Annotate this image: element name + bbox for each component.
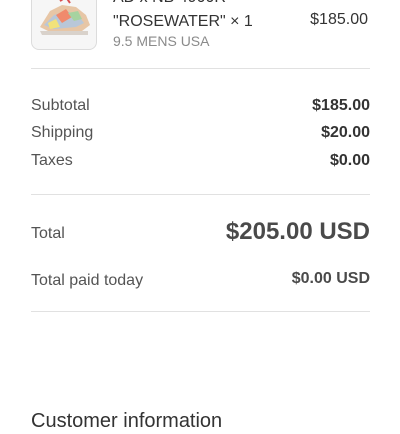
product-name-line-1: AD x NB 4900R [113, 0, 293, 10]
shipping-label: Shipping [31, 124, 94, 141]
paid-today-value: $0.00 USD [291, 270, 370, 287]
order-item: AD x NB 4900R "ROSEWATER" × 1 9.5 MENS U… [0, 0, 400, 60]
customer-information-heading: Customer information [31, 410, 223, 432]
divider [31, 311, 370, 312]
total-label: Total [31, 225, 65, 242]
product-thumbnail [31, 0, 97, 50]
product-name: AD x NB 4900R "ROSEWATER" × 1 [113, 0, 293, 34]
shipping-value: $20.00 [321, 124, 370, 141]
divider [31, 68, 370, 69]
subtotal-label: Subtotal [31, 97, 90, 114]
paid-today-label: Total paid today [31, 272, 144, 289]
sneaker-image [40, 0, 90, 35]
taxes-label: Taxes [31, 152, 73, 169]
taxes-value: $0.00 [329, 152, 370, 169]
product-price: $185.00 [310, 11, 368, 28]
product-name-line-2: "ROSEWATER" × 1 [113, 13, 253, 30]
product-variant: 9.5 MENS USA [113, 33, 210, 49]
subtotal-value: $185.00 [312, 97, 370, 114]
taxes-row: Taxes $0.00 [31, 150, 370, 172]
total-value: $205.00 USD [225, 218, 370, 245]
subtotal-row: Subtotal $185.00 [31, 95, 370, 117]
divider [31, 194, 370, 195]
shipping-row: Shipping $20.00 [31, 122, 370, 144]
